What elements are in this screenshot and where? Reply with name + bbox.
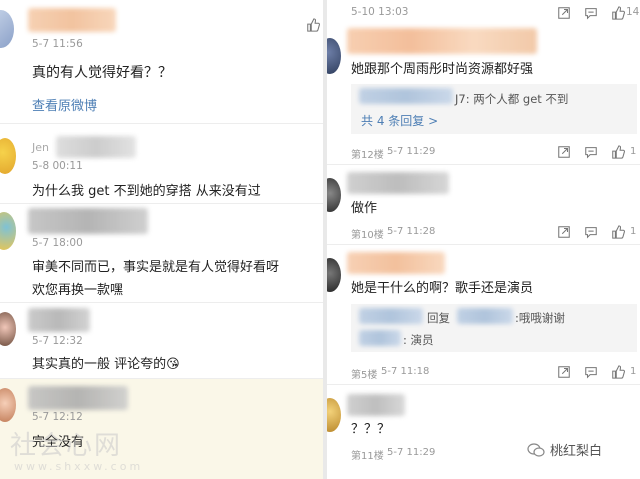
like-count: 14 bbox=[626, 6, 640, 18]
avatar[interactable] bbox=[0, 312, 16, 346]
action-icons bbox=[557, 365, 625, 379]
comment-icon[interactable] bbox=[584, 145, 598, 159]
reply-preview-text: J7: 两个人都 get 不到 bbox=[455, 92, 569, 106]
share-icon[interactable] bbox=[557, 6, 571, 20]
avatar[interactable] bbox=[0, 212, 16, 250]
comment-icon[interactable] bbox=[584, 6, 598, 20]
floor-number: 第5楼 bbox=[351, 370, 378, 381]
action-icons bbox=[557, 225, 625, 239]
comment-time: 5-7 11:56 bbox=[32, 38, 83, 50]
username-partial[interactable]: Jen bbox=[32, 141, 49, 154]
floor-number: 第12楼 bbox=[351, 150, 384, 161]
right-comment-panel: 5-10 13:03 14 她跟那个周雨彤时尚资源都好强 J7: 两个人都 ge… bbox=[327, 0, 640, 479]
left-comment-panel: 5-7 11:56 真的有人觉得好看？？ 查看原微博 Jen 5-8 00:11… bbox=[0, 0, 323, 479]
like-icon[interactable] bbox=[611, 225, 625, 239]
comment-text: 做作 bbox=[351, 201, 378, 216]
share-icon[interactable] bbox=[557, 225, 571, 239]
username-blurred[interactable] bbox=[347, 172, 449, 194]
comment-time: 5-8 00:11 bbox=[32, 160, 83, 172]
reply-target-blurred bbox=[457, 308, 513, 324]
like-count: 1 bbox=[630, 366, 637, 377]
username-blurred[interactable] bbox=[28, 208, 148, 234]
comment-text: 其实真的一般 评论夸的😘 bbox=[32, 357, 180, 372]
comment-time: 5-7 11:29 bbox=[387, 447, 436, 458]
reply-preview-text: :哦哦谢谢 bbox=[515, 311, 565, 325]
like-icon[interactable] bbox=[306, 18, 320, 32]
avatar[interactable] bbox=[0, 10, 14, 48]
reply-preview-text: : 演员 bbox=[403, 333, 434, 347]
action-icons bbox=[557, 145, 625, 159]
comment-text: 她跟那个周雨彤时尚资源都好强 bbox=[351, 62, 534, 77]
comment-time: 5-7 12:12 bbox=[32, 411, 83, 423]
share-icon[interactable] bbox=[557, 145, 571, 159]
comment-text: ？？？ bbox=[351, 422, 391, 437]
username-blurred[interactable] bbox=[28, 308, 90, 332]
like-icon[interactable] bbox=[611, 6, 625, 20]
avatar[interactable] bbox=[0, 138, 16, 174]
reply-username-blurred bbox=[359, 308, 423, 324]
watermark-url: www.shxxw.com bbox=[14, 460, 144, 473]
wechat-icon bbox=[527, 442, 545, 457]
like-count: 1 bbox=[630, 226, 637, 237]
floor-number: 第10楼 bbox=[351, 230, 384, 241]
view-replies-link[interactable]: 共 4 条回复 > bbox=[361, 112, 438, 129]
brand-watermark: 桃红梨白 bbox=[527, 440, 602, 459]
reply-preview-text: 回复 bbox=[427, 311, 450, 325]
like-count: 1 bbox=[630, 146, 637, 157]
avatar[interactable] bbox=[327, 38, 341, 74]
comment-time: 5-7 11:28 bbox=[387, 226, 436, 237]
reply-username-blurred bbox=[359, 330, 401, 346]
avatar[interactable] bbox=[327, 398, 341, 432]
comment-text-line1: 审美不同而已，事实是就是有人觉得好看呀 bbox=[32, 260, 280, 275]
username-blurred[interactable] bbox=[347, 28, 537, 54]
comment-icon[interactable] bbox=[584, 225, 598, 239]
comment-text: 真的有人觉得好看？？ bbox=[32, 65, 172, 81]
comment-text: 她是干什么的啊？歌手还是演员 bbox=[351, 281, 534, 296]
username-blurred[interactable] bbox=[56, 136, 136, 158]
username-blurred[interactable] bbox=[347, 394, 405, 416]
comment-icon[interactable] bbox=[584, 365, 598, 379]
floor-number: 第11楼 bbox=[351, 451, 384, 462]
like-icon[interactable] bbox=[611, 365, 625, 379]
view-original-weibo-link[interactable]: 查看原微博 bbox=[32, 95, 97, 114]
avatar[interactable] bbox=[327, 258, 341, 292]
username-blurred[interactable] bbox=[28, 386, 128, 410]
username-blurred[interactable] bbox=[347, 252, 445, 274]
comment-time: 5-7 12:32 bbox=[32, 335, 83, 347]
username-blurred[interactable] bbox=[28, 8, 116, 32]
comment-time: 5-7 11:29 bbox=[387, 146, 436, 157]
brand-name: 桃红梨白 bbox=[550, 444, 603, 459]
share-icon[interactable] bbox=[557, 365, 571, 379]
comment-time: 5-7 11:18 bbox=[381, 366, 430, 377]
like-icon[interactable] bbox=[611, 145, 625, 159]
comment-time: 5-10 13:03 bbox=[351, 6, 409, 18]
avatar[interactable] bbox=[327, 178, 341, 212]
reply-username-blurred bbox=[359, 88, 453, 104]
action-icons bbox=[557, 6, 625, 20]
comment-time: 5-7 18:00 bbox=[32, 237, 83, 249]
comment-text: 为什么我 get 不到她的穿搭 从来没有过 bbox=[32, 184, 261, 199]
watermark-text: 社会心网 bbox=[10, 431, 123, 461]
comment-text-line2: 欢您再换一款嘿 bbox=[32, 283, 124, 298]
